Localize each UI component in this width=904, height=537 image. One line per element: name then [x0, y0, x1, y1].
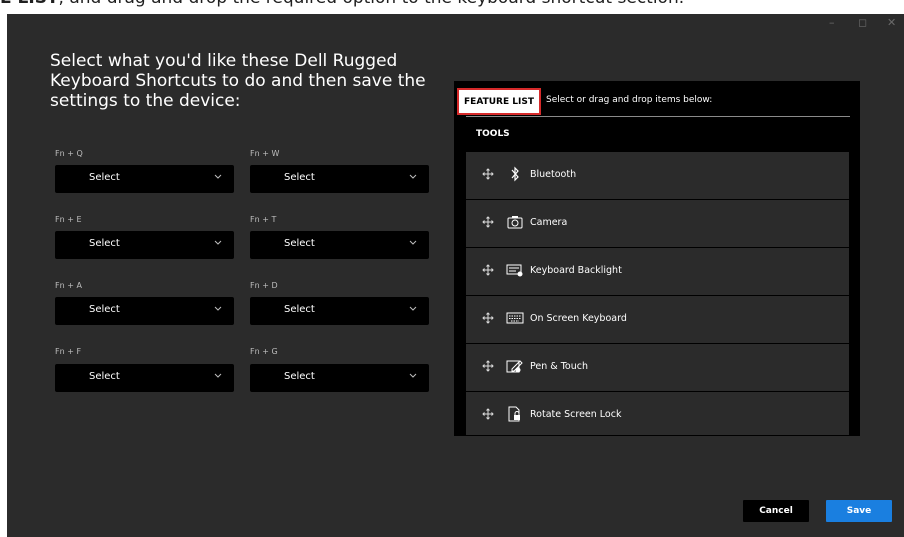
drag-handle-icon[interactable] — [482, 408, 494, 420]
rotate-lock-icon — [508, 406, 520, 422]
shortcut-select-fn-t[interactable]: Select — [250, 231, 429, 259]
keyboard-backlight-icon — [506, 264, 523, 277]
feature-item-on-screen-keyboard[interactable]: On Screen Keyboard — [466, 296, 849, 344]
chevron-down-icon — [409, 174, 417, 179]
shortcut-label-fn-t: Fn + T — [250, 215, 277, 224]
drag-handle-icon[interactable] — [482, 216, 494, 228]
shortcut-select-fn-a[interactable]: Select — [55, 297, 234, 325]
save-button[interactable]: Save — [826, 500, 892, 522]
feature-item-pen-touch[interactable]: Pen & Touch — [466, 344, 849, 392]
divider — [466, 116, 850, 117]
shortcut-label-fn-f: Fn + F — [55, 347, 82, 356]
feature-item-rotate-screen-lock[interactable]: Rotate Screen Lock — [466, 392, 849, 436]
shortcut-select-fn-e[interactable]: Select — [55, 231, 234, 259]
pen-touch-icon — [506, 360, 523, 373]
cancel-button[interactable]: Cancel — [743, 500, 809, 522]
chevron-down-icon — [214, 306, 222, 311]
drag-handle-icon[interactable] — [482, 168, 494, 180]
drag-handle-icon[interactable] — [482, 360, 494, 372]
shortcut-select-fn-q[interactable]: Select — [55, 165, 234, 193]
shortcut-select-fn-g[interactable]: Select — [250, 364, 429, 392]
close-icon[interactable]: ✕ — [887, 16, 896, 29]
drag-handle-icon[interactable] — [482, 264, 494, 276]
chevron-down-icon — [409, 240, 417, 245]
shortcut-label-fn-a: Fn + A — [55, 281, 82, 290]
section-title-tools: TOOLS — [476, 129, 510, 139]
shortcut-select-fn-f[interactable]: Select — [55, 364, 234, 392]
chevron-down-icon — [214, 373, 222, 378]
camera-icon — [507, 216, 523, 229]
caption-text: E LIST, and drag and drop the required o… — [0, 0, 684, 8]
chevron-down-icon — [409, 373, 417, 378]
shortcut-label-fn-w: Fn + W — [250, 149, 280, 158]
chevron-down-icon — [214, 240, 222, 245]
shortcut-label-fn-q: Fn + Q — [55, 149, 83, 158]
restore-icon[interactable]: ◻ — [858, 16, 867, 29]
shortcut-label-fn-e: Fn + E — [55, 215, 82, 224]
bluetooth-icon — [511, 166, 519, 182]
shortcut-label-fn-g: Fn + G — [250, 347, 278, 356]
shortcut-select-fn-d[interactable]: Select — [250, 297, 429, 325]
feature-item-bluetooth[interactable]: Bluetooth — [466, 152, 849, 200]
feature-item-camera[interactable]: Camera — [466, 200, 849, 248]
feature-item-keyboard-backlight[interactable]: Keyboard Backlight — [466, 248, 849, 296]
shortcut-select-fn-w[interactable]: Select — [250, 165, 429, 193]
caption-strip: E LIST, and drag and drop the required o… — [0, 0, 904, 14]
chevron-down-icon — [214, 174, 222, 179]
feature-list-hint: Select or drag and drop items below: — [546, 95, 713, 105]
chevron-down-icon — [409, 306, 417, 311]
keyboard-icon — [506, 312, 524, 324]
feature-list-label: FEATURE LIST — [457, 88, 541, 115]
feature-list-panel: FEATURE LIST Select or drag and drop ite… — [454, 81, 860, 436]
shortcut-label-fn-d: Fn + D — [250, 281, 278, 290]
instructions-text: Select what you'd like these Dell Rugged… — [50, 51, 426, 111]
minimize-icon[interactable]: – — [829, 16, 835, 29]
drag-handle-icon[interactable] — [482, 312, 494, 324]
